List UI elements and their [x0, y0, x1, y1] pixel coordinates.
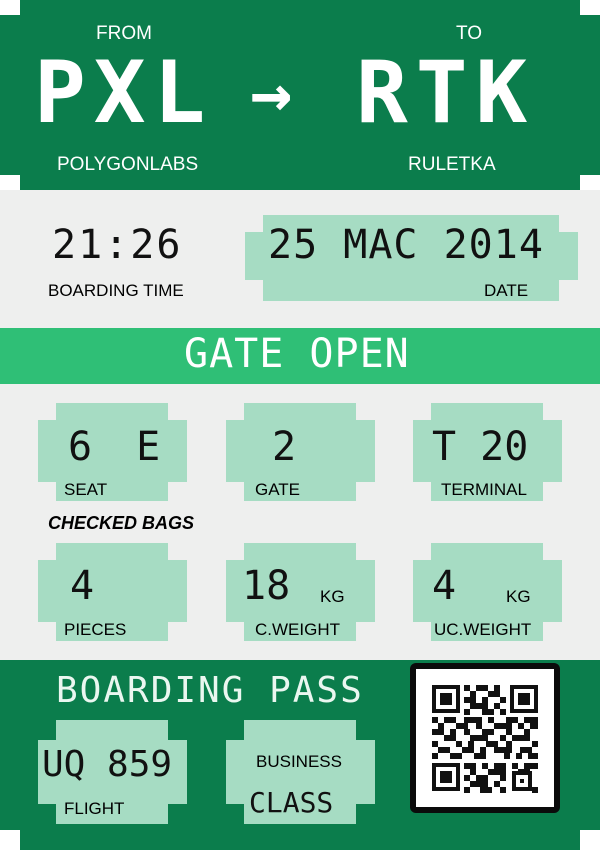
class-top-label: BUSINESS — [256, 752, 342, 771]
checked-weight-value: 18 — [242, 563, 291, 609]
pieces-label: PIECES — [64, 620, 127, 639]
gate-box-left-step — [226, 420, 244, 482]
route-arrow: → — [250, 52, 297, 134]
terminal-label: TERMINAL — [441, 480, 527, 499]
destination-code: RTK — [356, 43, 536, 143]
pieces-box-right-step — [168, 560, 187, 622]
gate-value: 2 — [272, 424, 297, 470]
destination-name: RULETKA — [408, 154, 496, 175]
unchecked-weight-box-left-step — [413, 560, 431, 622]
checked-weight-unit: KG — [320, 587, 345, 606]
seat-box-left-step — [38, 420, 56, 482]
boarding-pass-title: BOARDING PASS — [56, 670, 364, 711]
seat-value: 6 E — [68, 424, 171, 470]
unchecked-weight-unit: KG — [506, 587, 531, 606]
unchecked-weight-value: 4 — [432, 563, 457, 609]
unchecked-weight-box-right-step — [543, 560, 562, 622]
flight-label: FLIGHT — [64, 799, 125, 818]
from-label: FROM — [96, 23, 152, 44]
header-notch-left — [0, 15, 20, 175]
terminal-box-left-step — [413, 420, 431, 482]
boarding-time-label: BOARDING TIME — [48, 281, 184, 300]
checked-weight-label: C.WEIGHT — [255, 620, 340, 639]
class-box-left-step — [226, 740, 244, 804]
unchecked-weight-label: UC.WEIGHT — [434, 620, 532, 639]
class-value: CLASS — [249, 786, 334, 819]
status-text: GATE OPEN — [184, 331, 410, 377]
date-label: DATE — [484, 281, 529, 300]
checked-weight-box-right-step — [356, 560, 375, 622]
date-value: 25 MAC 2014 — [268, 222, 544, 268]
gate-label: GATE — [255, 480, 301, 499]
terminal-value: T 20 — [432, 424, 529, 470]
seat-box-right-step — [168, 420, 187, 482]
qr-code-icon — [416, 669, 554, 807]
origin-name: POLYGONLABS — [57, 154, 199, 175]
checked-bags-heading: CHECKED BAGS — [48, 513, 195, 533]
pieces-box-left-step — [38, 560, 56, 622]
class-box-right-step — [356, 740, 375, 804]
seat-label: SEAT — [64, 480, 108, 499]
flight-value: UQ 859 — [42, 744, 173, 785]
header-notch-right — [580, 15, 600, 175]
pieces-value: 4 — [70, 563, 95, 609]
footer-bottom-step — [20, 830, 580, 850]
origin-code: PXL — [34, 43, 214, 143]
qr-code — [416, 669, 554, 807]
gate-box-right-step — [356, 420, 375, 482]
boarding-time-value: 21:26 — [52, 222, 183, 268]
terminal-box-right-step — [543, 420, 562, 482]
date-box-left-step — [245, 232, 263, 280]
to-label: TO — [456, 23, 483, 44]
date-box-right-step — [559, 232, 578, 280]
